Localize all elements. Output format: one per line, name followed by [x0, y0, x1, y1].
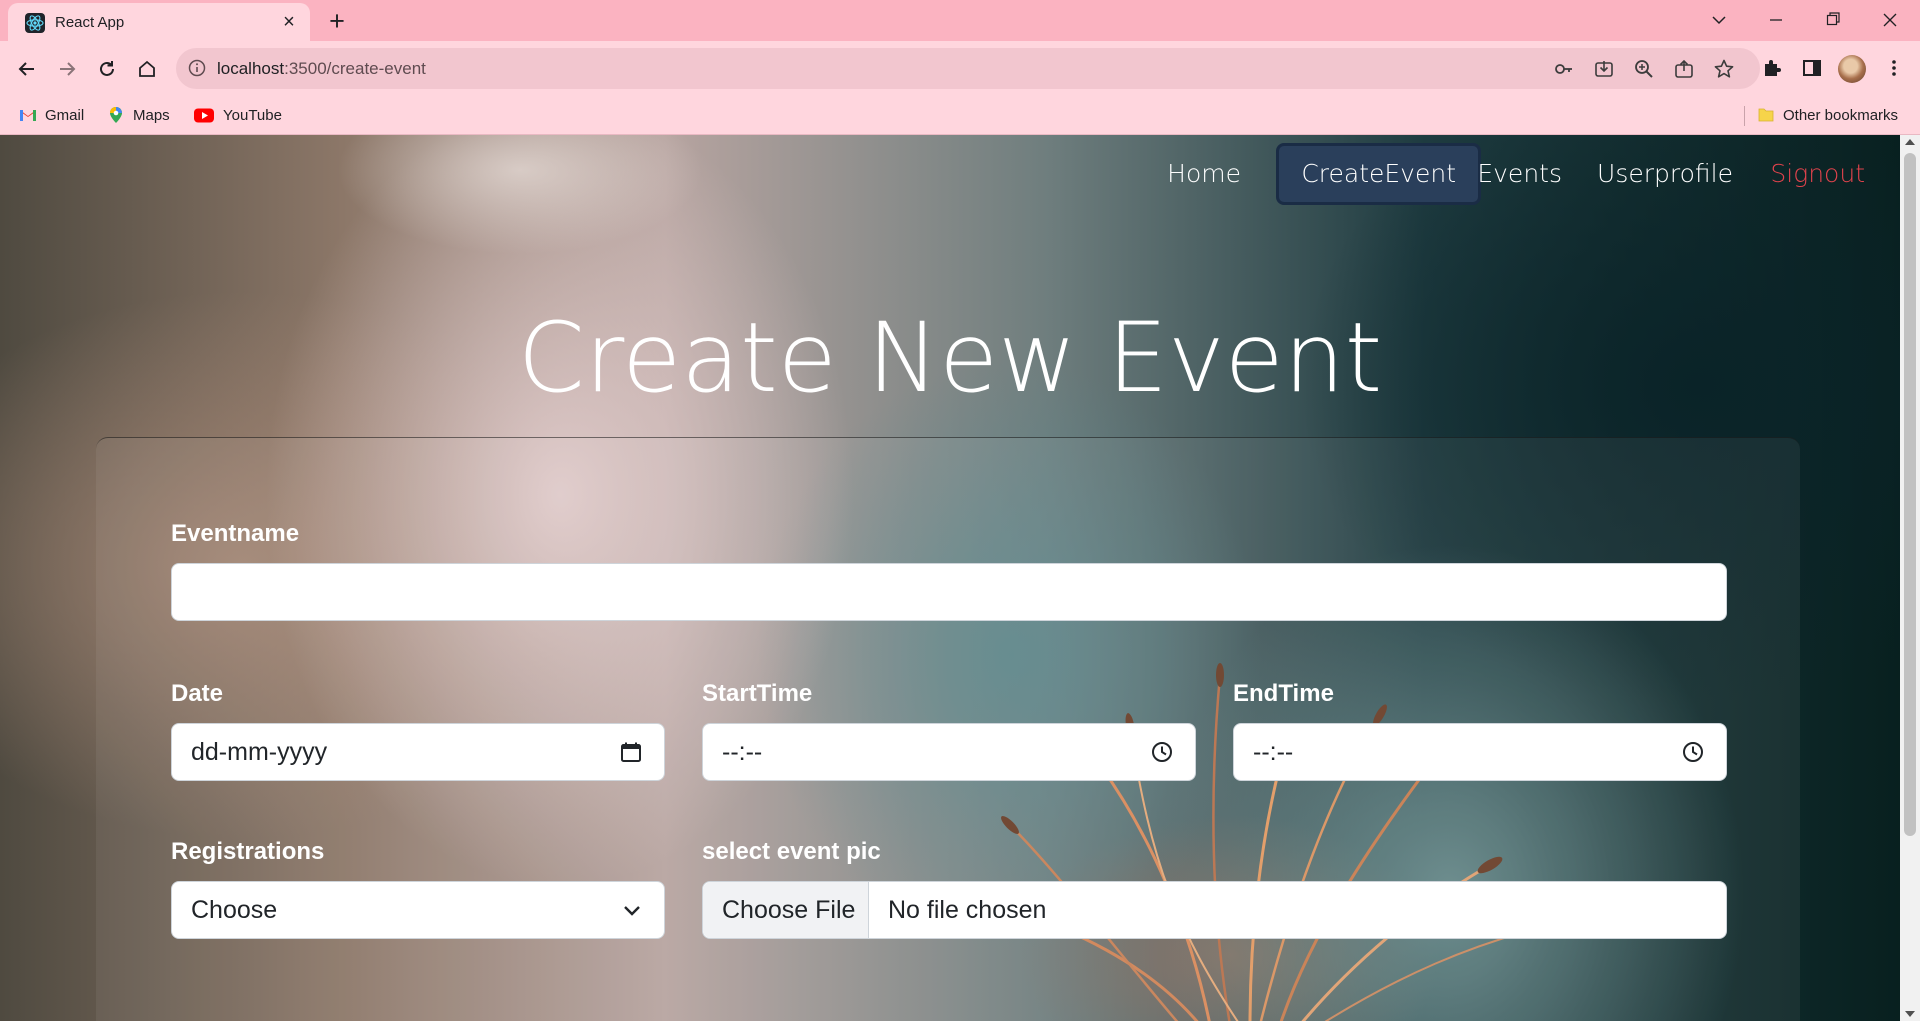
- forward-icon[interactable]: [51, 53, 83, 85]
- chevron-down-icon: [622, 901, 642, 926]
- menu-icon[interactable]: [1879, 53, 1909, 83]
- zoom-icon[interactable]: [1633, 58, 1655, 80]
- maps-icon: [107, 106, 125, 124]
- tab-search-icon[interactable]: [1699, 6, 1739, 34]
- minimize-icon[interactable]: [1756, 6, 1796, 34]
- bookmark-label: YouTube: [223, 107, 282, 124]
- registrations-selected: Choose: [191, 896, 278, 924]
- bookmark-separator: [1744, 106, 1745, 126]
- bookmark-star-icon[interactable]: [1713, 58, 1735, 80]
- new-tab-button[interactable]: +: [322, 6, 352, 36]
- eventname-input[interactable]: [171, 563, 1727, 621]
- address-bar[interactable]: localhost:3500/create-event: [176, 48, 1760, 89]
- choose-file-label: Choose File: [722, 896, 856, 924]
- calendar-icon[interactable]: [620, 741, 642, 768]
- nav-signout[interactable]: Signout: [1770, 143, 1865, 205]
- share-icon[interactable]: [1673, 58, 1695, 80]
- date-label: Date: [171, 680, 224, 707]
- youtube-icon: [193, 106, 215, 124]
- starttime-placeholder: --:--: [722, 738, 763, 766]
- bookmark-label: Maps: [133, 107, 170, 124]
- choose-file-button[interactable]: Choose File: [703, 882, 869, 938]
- tab-strip: React App × +: [0, 0, 1920, 41]
- registrations-select[interactable]: Choose: [171, 881, 665, 939]
- other-bookmarks-label: Other bookmarks: [1783, 107, 1899, 124]
- folder-icon: [1757, 106, 1775, 124]
- bookmark-youtube[interactable]: YouTube: [193, 105, 282, 127]
- endtime-label: EndTime: [1233, 680, 1334, 707]
- nav-events[interactable]: Events: [1477, 143, 1562, 205]
- reload-icon[interactable]: [91, 53, 123, 85]
- home-icon[interactable]: [131, 53, 163, 85]
- page-title: Create New Event: [517, 302, 1383, 414]
- event-pic-label: select event pic: [702, 838, 881, 865]
- bookmark-maps[interactable]: Maps: [107, 105, 170, 127]
- browser-toolbar: localhost:3500/create-event: [0, 41, 1920, 96]
- endtime-placeholder: --:--: [1253, 738, 1294, 766]
- date-placeholder: dd-mm-yyyy: [191, 738, 328, 766]
- side-panel-icon[interactable]: [1797, 53, 1827, 83]
- starttime-input[interactable]: --:--: [702, 723, 1196, 781]
- profile-avatar[interactable]: [1838, 55, 1866, 83]
- tab-title: React App: [55, 14, 125, 31]
- scroll-up-icon[interactable]: [1905, 139, 1915, 145]
- nav-userprofile[interactable]: Userprofile: [1597, 143, 1733, 205]
- url-text: localhost:3500/create-event: [217, 59, 426, 78]
- page-viewport: Home CreateEvent Events Userprofile Sign…: [0, 135, 1900, 1021]
- file-status: No file chosen: [888, 896, 1047, 924]
- registrations-label: Registrations: [171, 838, 325, 865]
- browser-tab[interactable]: React App ×: [8, 3, 310, 41]
- nav-create-event[interactable]: CreateEvent: [1276, 143, 1481, 205]
- bookmark-label: Gmail: [45, 107, 85, 124]
- eventname-label: Eventname: [171, 520, 300, 547]
- gmail-icon: [19, 106, 37, 124]
- event-pic-file-input[interactable]: Choose File No file chosen: [702, 881, 1727, 939]
- install-icon[interactable]: [1593, 58, 1615, 80]
- scroll-thumb[interactable]: [1904, 153, 1916, 836]
- extensions-icon[interactable]: [1757, 53, 1787, 83]
- page-scrollbar[interactable]: [1900, 135, 1920, 1021]
- other-bookmarks[interactable]: Other bookmarks: [1757, 105, 1898, 127]
- react-icon: [25, 13, 45, 33]
- close-window-icon[interactable]: [1870, 6, 1910, 34]
- starttime-label: StartTime: [702, 680, 813, 707]
- tab-close-icon[interactable]: ×: [278, 11, 300, 33]
- site-info-icon[interactable]: [188, 59, 206, 82]
- bookmarks-bar: Gmail Maps YouTube Other bookmarks: [0, 96, 1920, 135]
- key-icon[interactable]: [1553, 58, 1575, 80]
- clock-icon[interactable]: [1682, 741, 1704, 768]
- clock-icon[interactable]: [1151, 741, 1173, 768]
- endtime-input[interactable]: --:--: [1233, 723, 1727, 781]
- back-icon[interactable]: [11, 53, 43, 85]
- nav-home[interactable]: Home: [1167, 143, 1241, 205]
- scroll-down-icon[interactable]: [1905, 1011, 1915, 1017]
- bookmark-gmail[interactable]: Gmail: [19, 105, 84, 127]
- restore-icon[interactable]: [1813, 6, 1853, 34]
- create-event-form: Eventname Date dd-mm-yyyy StartTime --:-…: [96, 437, 1800, 1021]
- date-input[interactable]: dd-mm-yyyy: [171, 723, 665, 781]
